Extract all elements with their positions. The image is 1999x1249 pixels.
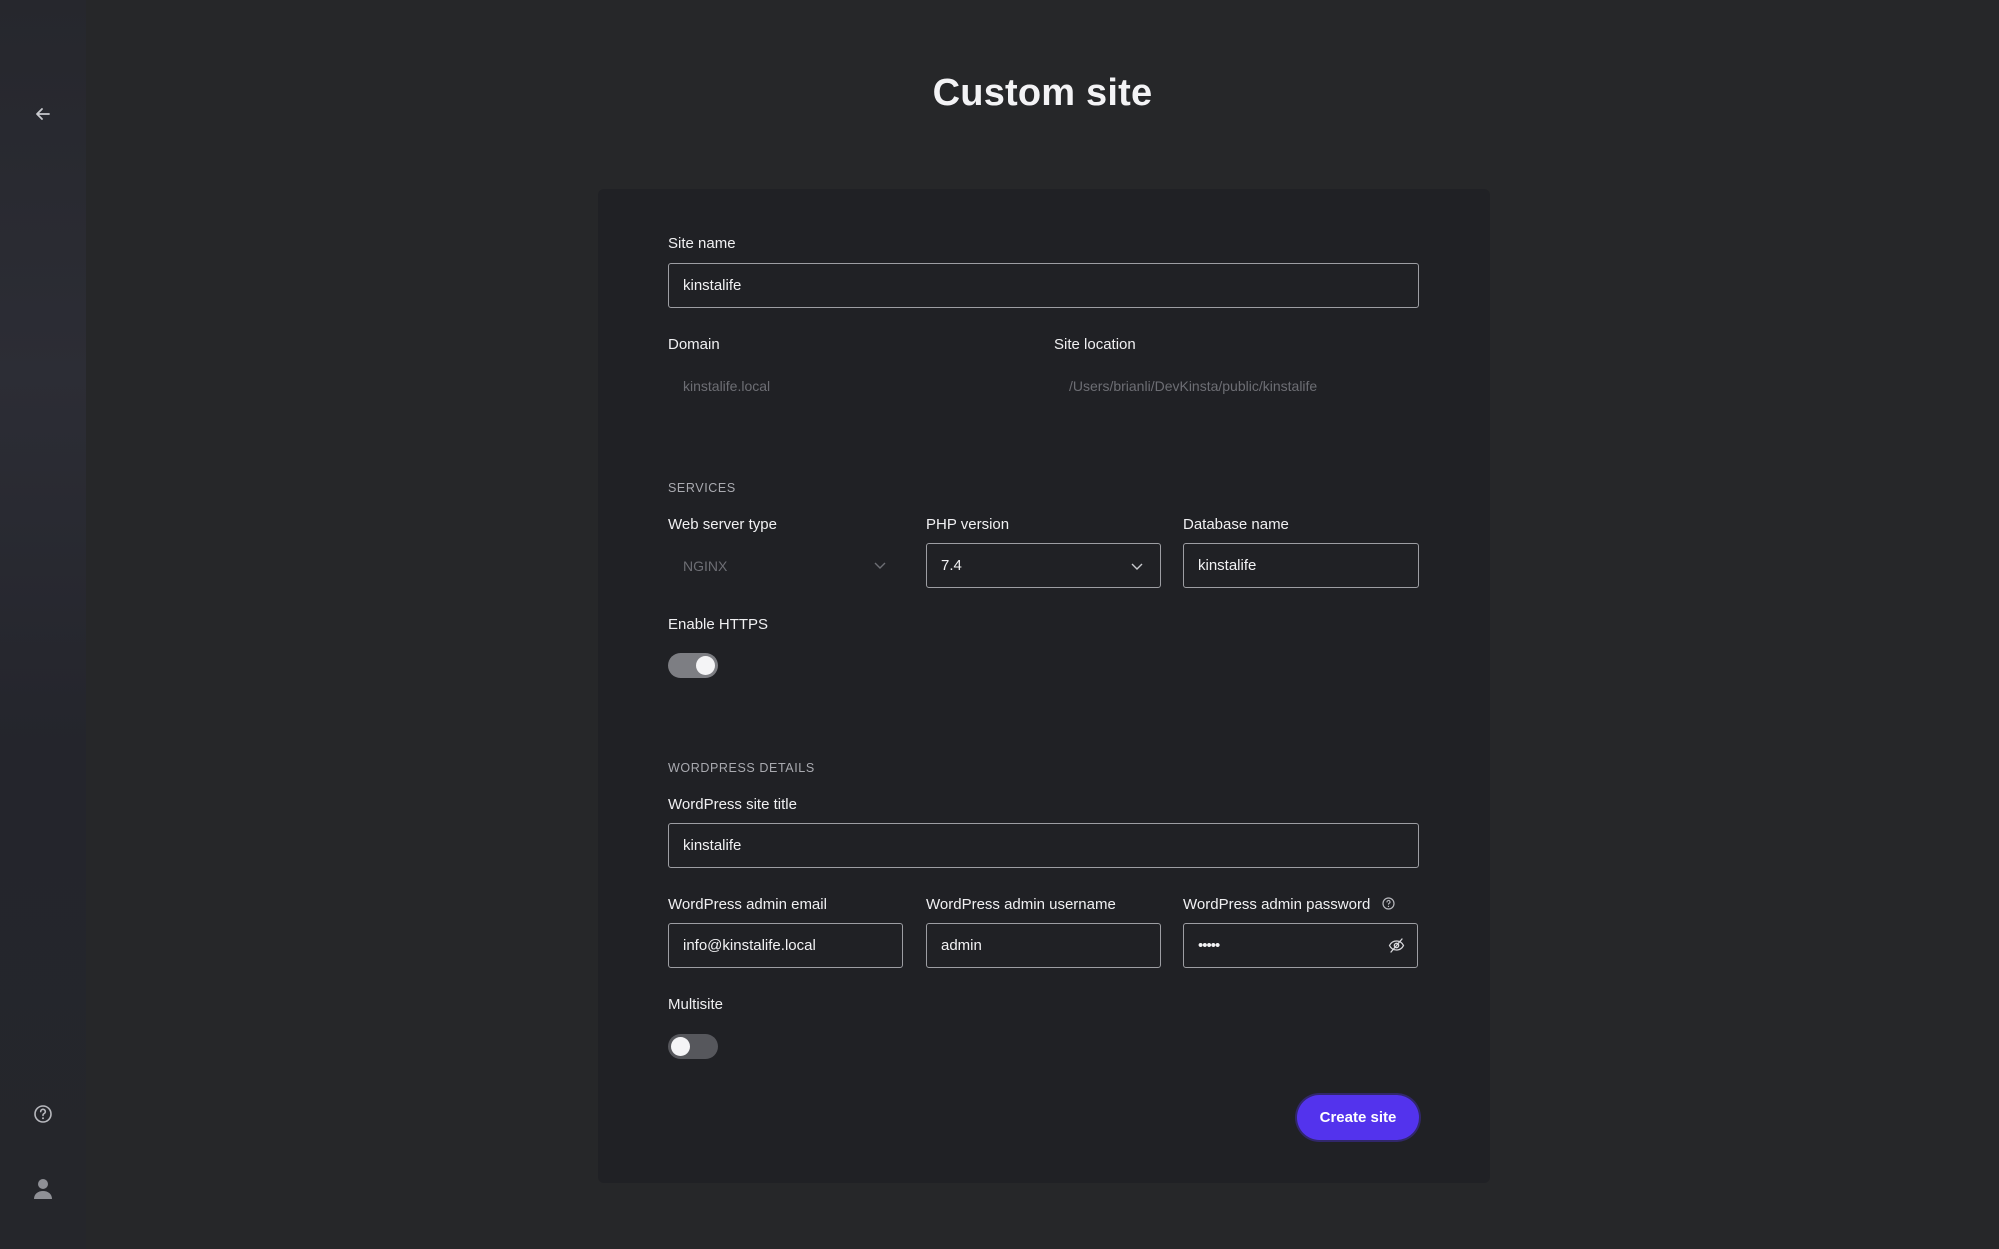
wp-admin-username-value: admin bbox=[941, 937, 982, 954]
wp-admin-username-input[interactable]: admin bbox=[926, 923, 1161, 968]
toggle-knob bbox=[671, 1037, 690, 1056]
database-name-value: kinstalife bbox=[1198, 557, 1257, 574]
enable-https-toggle[interactable] bbox=[668, 653, 718, 678]
chevron-down-icon bbox=[874, 562, 886, 569]
php-version-select[interactable]: 7.4 bbox=[926, 543, 1161, 588]
chevron-down-icon bbox=[1131, 563, 1143, 570]
domain-value: kinstalife.local bbox=[683, 377, 771, 394]
user-avatar-button[interactable] bbox=[29, 1174, 57, 1202]
site-location-label: Site location bbox=[1054, 336, 1136, 353]
web-server-select: NGINX bbox=[668, 543, 903, 588]
wp-admin-email-label: WordPress admin email bbox=[668, 896, 827, 913]
sidebar bbox=[0, 0, 86, 1249]
page-title: Custom site bbox=[932, 72, 1153, 114]
site-location-value: /Users/brianli/DevKinsta/public/kinstali… bbox=[1069, 377, 1318, 394]
back-button[interactable] bbox=[29, 100, 57, 128]
enable-https-label: Enable HTTPS bbox=[668, 616, 769, 633]
site-name-value: kinstalife bbox=[683, 277, 742, 294]
site-name-label: Site name bbox=[668, 235, 736, 252]
domain-label: Domain bbox=[668, 336, 720, 353]
user-avatar-icon bbox=[34, 1179, 52, 1199]
database-name-input[interactable]: kinstalife bbox=[1183, 543, 1419, 588]
eye-off-icon[interactable] bbox=[1388, 937, 1405, 954]
services-heading: SERVICES bbox=[668, 481, 736, 495]
domain-field: kinstalife.local bbox=[668, 363, 1028, 408]
info-circle-icon[interactable] bbox=[1382, 897, 1395, 910]
wp-site-title-input[interactable]: kinstalife bbox=[668, 823, 1419, 868]
toggle-knob bbox=[696, 656, 715, 675]
wp-admin-email-input[interactable]: info@kinstalife.local bbox=[668, 923, 903, 968]
custom-site-form-card bbox=[598, 189, 1490, 1183]
wp-admin-password-value: ••••• bbox=[1198, 937, 1220, 954]
php-version-value: 7.4 bbox=[941, 557, 962, 574]
multisite-toggle[interactable] bbox=[668, 1034, 718, 1059]
wp-admin-password-input[interactable]: ••••• bbox=[1183, 923, 1418, 968]
wp-admin-password-label: WordPress admin password bbox=[1183, 896, 1371, 913]
help-button[interactable] bbox=[29, 1100, 57, 1128]
web-server-value: NGINX bbox=[683, 557, 728, 574]
wp-site-title-label: WordPress site title bbox=[668, 796, 797, 813]
arrow-left-icon bbox=[36, 108, 50, 120]
wp-site-title-value: kinstalife bbox=[683, 837, 742, 854]
wordpress-details-heading: WORDPRESS DETAILS bbox=[668, 761, 815, 775]
multisite-label: Multisite bbox=[668, 996, 724, 1013]
web-server-label: Web server type bbox=[668, 516, 777, 533]
wp-admin-email-value: info@kinstalife.local bbox=[683, 937, 816, 954]
wp-admin-username-label: WordPress admin username bbox=[926, 896, 1116, 913]
site-name-input[interactable]: kinstalife bbox=[668, 263, 1419, 308]
create-site-button[interactable]: Create site bbox=[1297, 1095, 1419, 1140]
database-name-label: Database name bbox=[1183, 516, 1289, 533]
php-version-label: PHP version bbox=[926, 516, 1010, 533]
site-location-field: /Users/brianli/DevKinsta/public/kinstali… bbox=[1054, 363, 1419, 408]
help-circle-icon bbox=[34, 1105, 52, 1123]
